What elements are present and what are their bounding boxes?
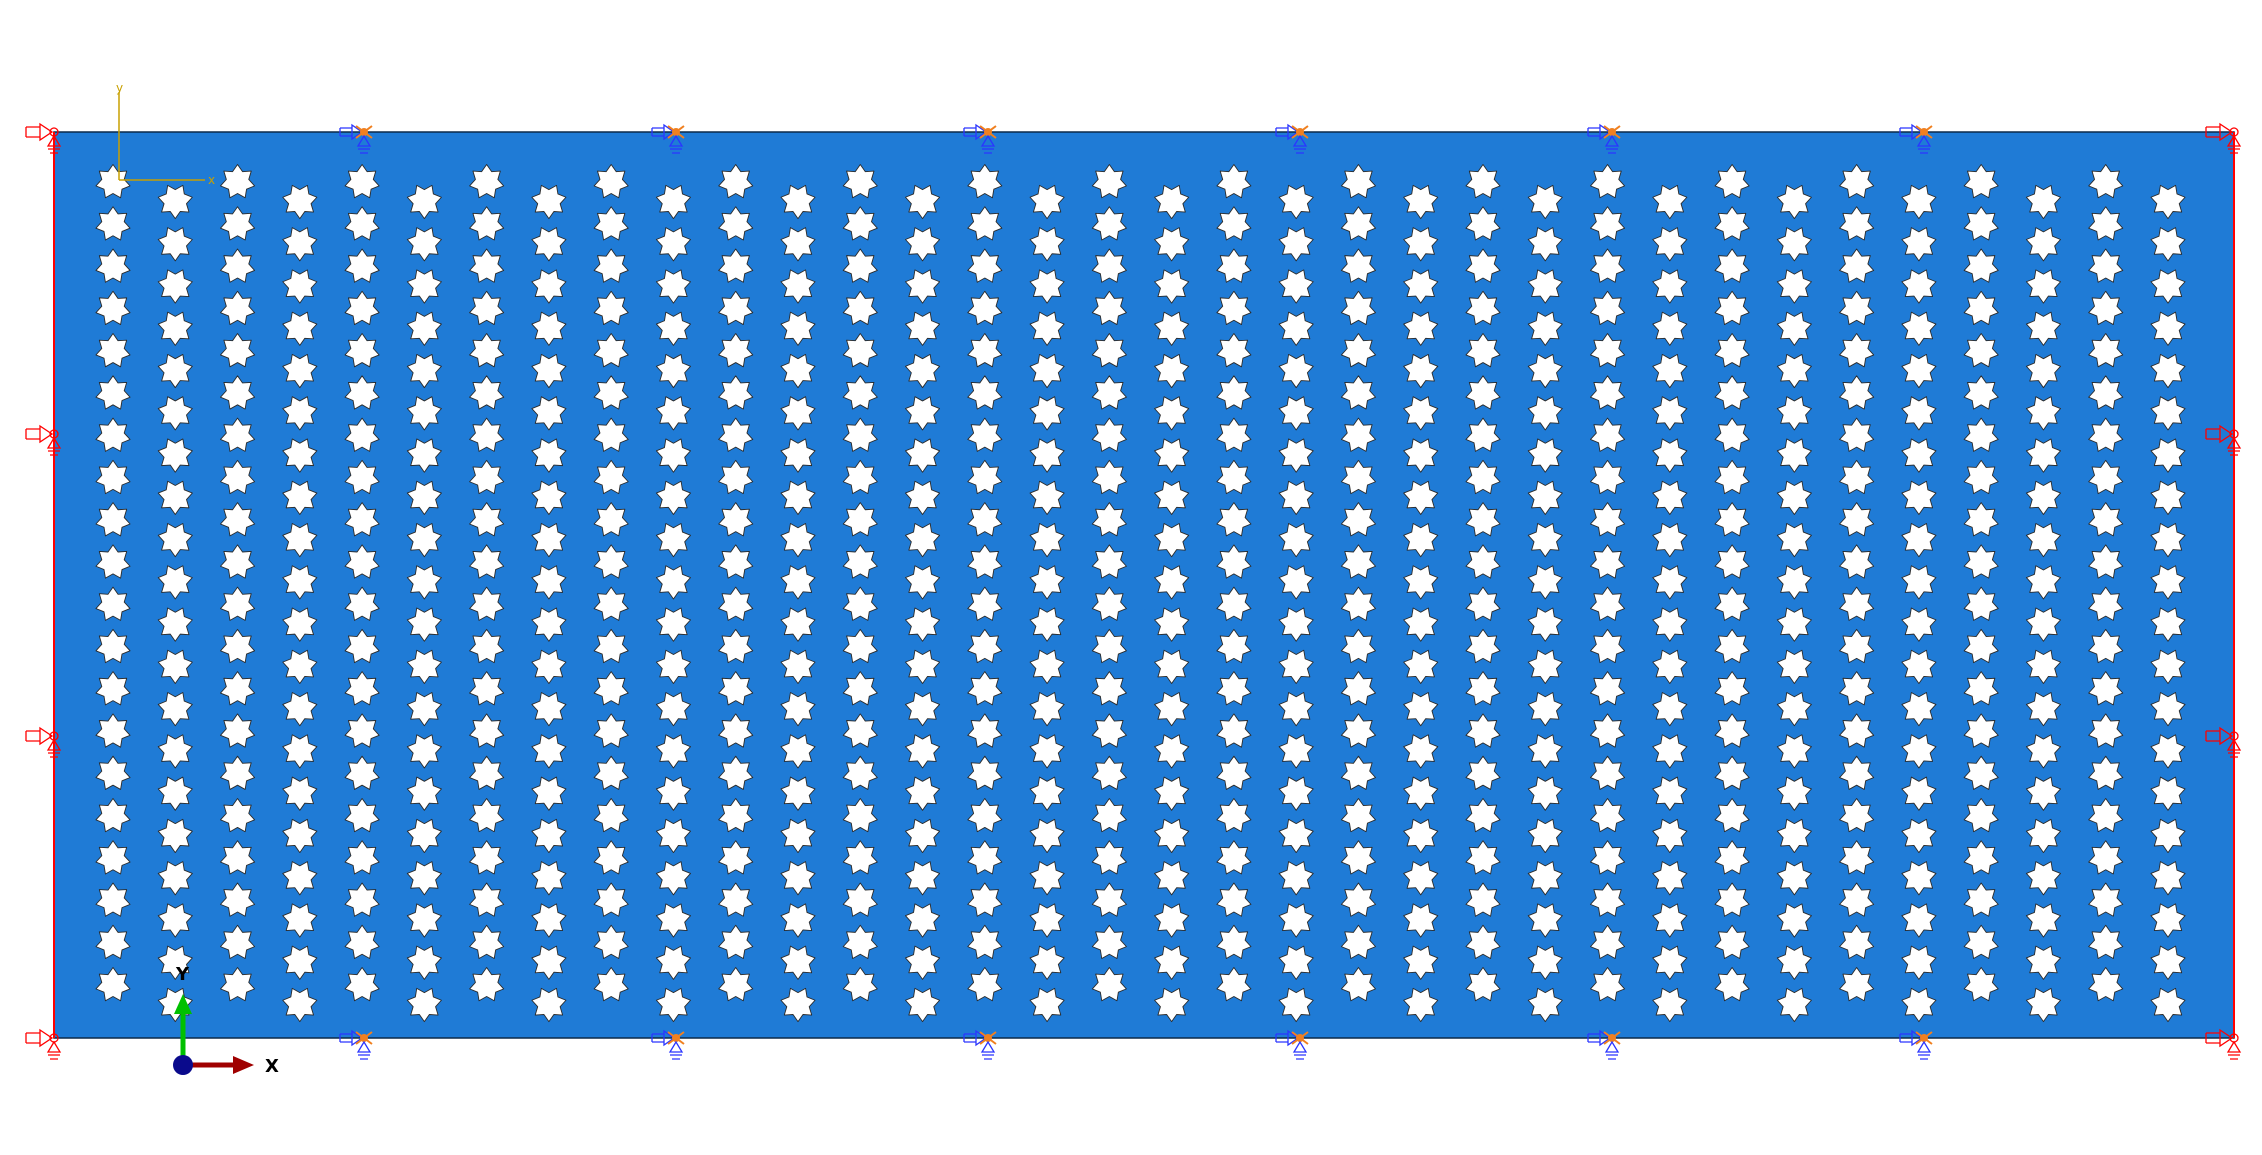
lattice-plate[interactable] bbox=[53, 131, 2235, 1039]
triad-z-axis bbox=[173, 1055, 193, 1075]
triad-y-label: Y bbox=[175, 964, 190, 985]
triad-x-label: X bbox=[265, 1056, 279, 1077]
sketch-x-label: x bbox=[208, 173, 215, 187]
sketch-y-label: y bbox=[116, 81, 123, 95]
model-viewport[interactable]: y x Y X bbox=[0, 0, 2262, 1155]
